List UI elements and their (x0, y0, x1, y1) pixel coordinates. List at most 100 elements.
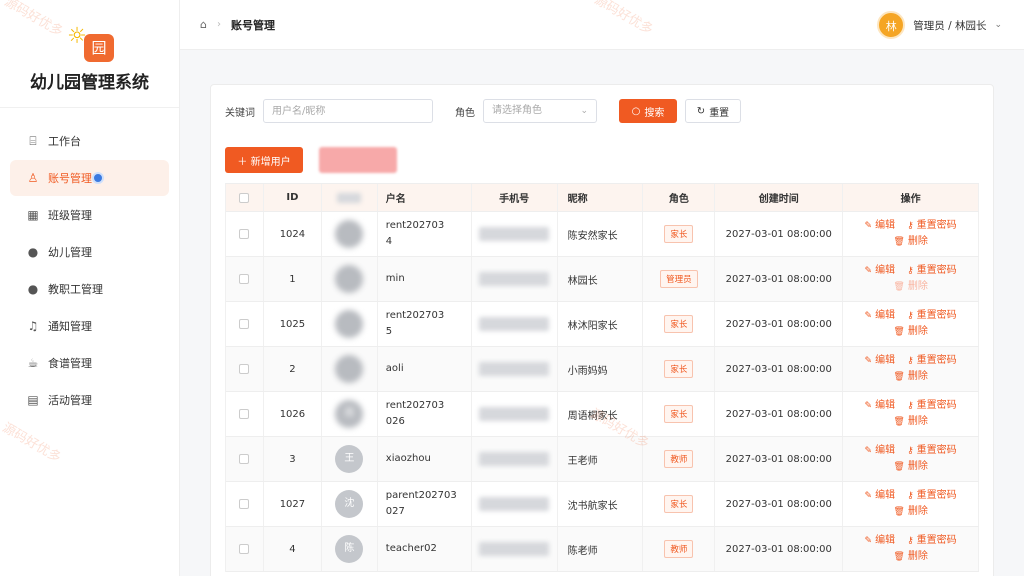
reset-password-button[interactable]: ⚷ 重置密码 (907, 218, 957, 234)
edit-label: 编辑 (875, 310, 896, 321)
role-tag: 管理员 (660, 270, 698, 288)
staff-icon: ● (27, 282, 39, 296)
sidebar-item[interactable]: ♫ 通知管理 (10, 308, 169, 344)
sidebar-item-label: 班级管理 (48, 209, 92, 222)
reset-password-button[interactable]: ⚷ 重置密码 (907, 308, 957, 324)
delete-button[interactable]: 🗑 删除 (893, 324, 927, 340)
row-checkbox-cell[interactable] (226, 482, 264, 526)
column-header: 手机号 (472, 184, 558, 211)
row-checkbox[interactable] (239, 454, 250, 464)
cell-created: 2027-03-01 08:00:00 (715, 212, 844, 256)
edit-label: 编辑 (875, 445, 896, 456)
row-checkbox-cell[interactable] (226, 212, 264, 256)
reset-password-button[interactable]: ⚷ 重置密码 (907, 353, 957, 369)
avatar[interactable]: 林 (877, 11, 906, 39)
edit-button[interactable]: ✎ 编辑 (865, 443, 896, 459)
row-checkbox[interactable] (239, 499, 250, 509)
delete-button[interactable]: 🗑 删除 (893, 369, 927, 385)
edit-button[interactable]: ✎ 编辑 (865, 308, 896, 324)
edit-button[interactable]: ✎ 编辑 (865, 398, 896, 414)
add-user-button[interactable]: ＋ 新增用户 (225, 147, 303, 173)
trash-icon: 🗑 (893, 372, 905, 382)
role-select-placeholder: 请选择角色 (492, 105, 542, 116)
reset-password-button[interactable]: ⚷ 重置密码 (907, 443, 957, 459)
edit-label: 编辑 (875, 400, 896, 411)
reset-password-button[interactable]: ⚷ 重置密码 (907, 398, 957, 414)
row-checkbox[interactable] (239, 544, 250, 554)
sidebar-item[interactable]: ● 幼儿管理 (10, 234, 169, 270)
chevron-down-icon[interactable]: ⌄ (994, 20, 1002, 30)
keyword-label: 关键词 (225, 107, 255, 119)
role-label: 角色 (455, 107, 475, 119)
user-menu[interactable]: 林 管理员 / 林园长 ⌄ (877, 11, 1002, 39)
reset-password-button[interactable]: ⚷ 重置密码 (907, 533, 957, 549)
reset-button[interactable]: ↻ 重置 (685, 99, 741, 123)
edit-icon: ✎ (864, 356, 873, 366)
sidebar-item[interactable]: ⌸ 工作台 (10, 123, 169, 159)
row-checkbox[interactable] (239, 364, 250, 374)
cell-created: 2027-03-01 08:00:00 (715, 302, 844, 346)
column-header: ID (264, 184, 322, 211)
blurred-phone (479, 272, 550, 286)
edit-button[interactable]: ✎ 编辑 (865, 533, 896, 549)
delete-button[interactable]: 🗑 删除 (893, 234, 927, 250)
row-checkbox-cell[interactable] (226, 392, 264, 436)
row-checkbox[interactable] (239, 319, 250, 329)
sidebar-item[interactable]: ● 教职工管理 (10, 271, 169, 307)
cell-id: 1027 (264, 482, 322, 526)
header-checkbox[interactable] (226, 184, 264, 211)
key-icon: ⚷ (907, 401, 914, 411)
row-checkbox[interactable] (239, 274, 250, 284)
sidebar-item[interactable]: ▦ 班级管理 (10, 197, 169, 233)
avatar (335, 265, 364, 293)
cell-phone (472, 347, 558, 391)
row-checkbox-cell[interactable] (226, 302, 264, 346)
trash-icon: 🗑 (893, 327, 905, 337)
role-tag: 教师 (664, 450, 694, 468)
row-checkbox[interactable] (239, 409, 250, 419)
select-all-checkbox[interactable] (239, 192, 250, 203)
edit-button[interactable]: ✎ 编辑 (865, 353, 896, 369)
role-select[interactable]: 请选择角色 ⌄ (483, 99, 597, 123)
edit-label: 编辑 (875, 220, 896, 231)
sidebar-item[interactable]: ♙ 账号管理 (10, 160, 169, 196)
edit-button[interactable]: ✎ 编辑 (865, 263, 896, 279)
delete-button[interactable]: 🗑 删除 (893, 504, 927, 520)
reset-password-button[interactable]: ⚷ 重置密码 (907, 263, 957, 279)
reset-password-button[interactable]: ⚷ 重置密码 (907, 488, 957, 504)
row-checkbox-cell[interactable] (226, 527, 264, 571)
role-tag: 家长 (664, 225, 694, 243)
sidebar-item-label: 活动管理 (48, 394, 92, 407)
edit-button[interactable]: ✎ 编辑 (865, 218, 896, 234)
delete-button[interactable]: 🗑 删除 (893, 414, 927, 430)
sidebar-item[interactable]: ▤ 活动管理 (10, 382, 169, 418)
avatar (335, 310, 364, 338)
reset-password-label: 重置密码 (916, 265, 957, 276)
edit-button[interactable]: ✎ 编辑 (865, 488, 896, 504)
role-tag: 家长 (664, 315, 694, 333)
blurred-phone (479, 542, 550, 556)
blurred-button[interactable] (319, 147, 397, 173)
reset-password-label: 重置密码 (916, 445, 957, 456)
sidebar-item[interactable]: ☕ 食谱管理 (10, 345, 169, 381)
home-icon[interactable]: ⌂ (200, 18, 207, 31)
app-title: 幼儿园管理系统 (30, 73, 149, 93)
actions-line: ✎ 编辑 ⚷ 重置密码 (859, 353, 963, 369)
row-checkbox-cell[interactable] (226, 257, 264, 301)
cell-phone (472, 302, 558, 346)
keyword-input[interactable] (263, 99, 433, 123)
cell-nickname: 沈书航家长 (558, 482, 644, 526)
sidebar-menu: ⌸ 工作台 ♙ 账号管理 ▦ 班级管理 ● 幼儿管理 ● 教职工管理 ♫ 通知管理 ☕ 食谱管理 ▤ 活动管理 (0, 108, 179, 418)
row-checkbox-cell[interactable] (226, 347, 264, 391)
cell-username: rent202703 5 (378, 302, 472, 346)
delete-button[interactable]: 🗑 删除 (893, 459, 927, 475)
row-checkbox-cell[interactable] (226, 437, 264, 481)
row-checkbox[interactable] (239, 229, 250, 239)
delete-button[interactable]: 🗑 删除 (893, 549, 927, 565)
cell-username: parent202703 027 (378, 482, 472, 526)
edit-icon: ✎ (864, 266, 873, 276)
avatar (335, 355, 364, 383)
refresh-icon: ↻ (696, 105, 706, 117)
user-name[interactable]: 管理员 / 林园长 (913, 18, 986, 33)
search-button[interactable]: ○ 搜索 (619, 99, 677, 123)
